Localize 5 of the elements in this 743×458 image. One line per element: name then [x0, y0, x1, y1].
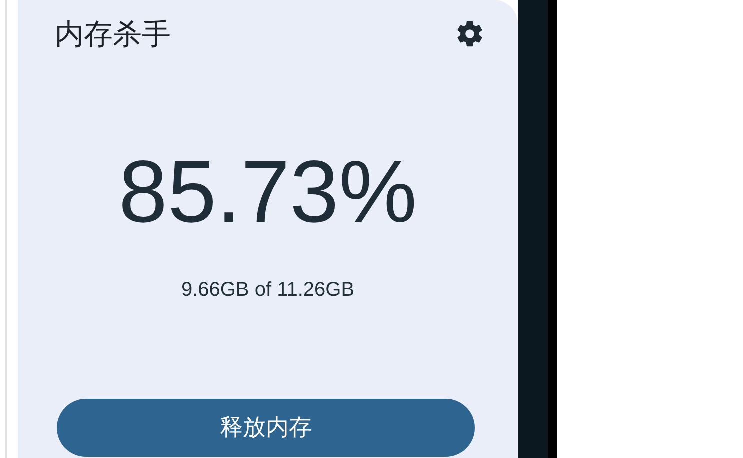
- settings-icon[interactable]: [456, 20, 484, 48]
- memory-percent: 85.73%: [118, 142, 418, 242]
- app-title: 内存杀手: [55, 16, 171, 53]
- free-memory-button[interactable]: 释放内存: [57, 399, 475, 457]
- memory-detail: 9.66GB of 11.26GB: [181, 278, 355, 303]
